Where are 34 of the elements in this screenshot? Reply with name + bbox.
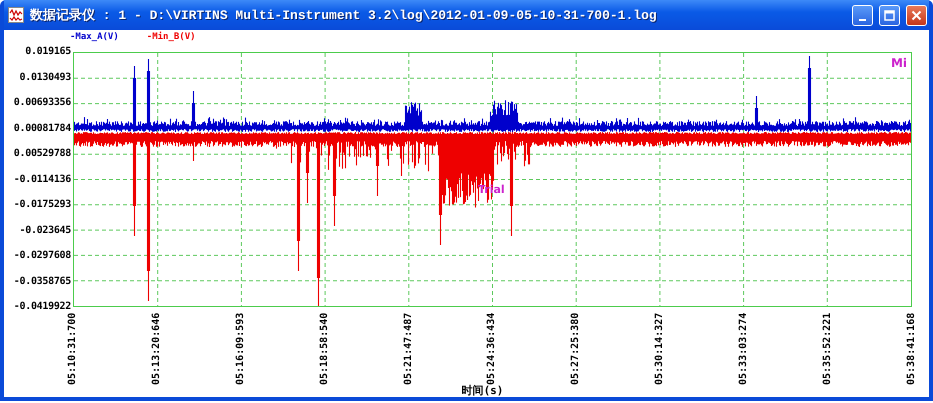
y-tick-label: -0.0175293: [14, 199, 71, 211]
y-tick-label: 0.019165: [25, 46, 71, 58]
close-icon: [911, 10, 922, 20]
x-tick-label: 05:33:03:274: [738, 312, 750, 385]
x-tick-label: 05:27:25:380: [570, 312, 582, 385]
x-tick-label: 05:35:52:221: [822, 312, 834, 385]
close-button[interactable]: [906, 4, 927, 26]
y-tick-label: 0.00529788: [14, 148, 71, 160]
window-title: 数据记录仪 : 1 - D:\VIRTINS Multi-Instrument 3.2\log\2012-01-09-05-10-31-700-1.log: [30, 7, 658, 24]
x-tick-label: 05:38:41:168: [906, 312, 918, 385]
legend-label: -Max_A(V): [70, 32, 119, 42]
y-tick-label: 0.0130493: [20, 72, 71, 84]
minimize-button[interactable]: [852, 4, 873, 26]
maximize-icon: [884, 10, 895, 20]
waveform-icon: [8, 7, 24, 23]
x-tick-label: 05:10:31:700: [67, 312, 79, 385]
x-tick-label: 05:30:14:327: [654, 312, 666, 385]
x-tick-label: 05:18:58:540: [318, 312, 331, 385]
y-tick-label: -0.0114136: [14, 174, 71, 186]
y-tick-label: -0.0358765: [14, 276, 71, 288]
y-tick-label: -0.0297608: [14, 250, 71, 262]
x-axis-title: 时间(s): [462, 385, 504, 397]
x-tick-label: 05:21:47:487: [402, 312, 415, 385]
x-tick-label: 05:24:36:434: [486, 312, 498, 385]
y-tick-label: 0.00693356: [14, 97, 71, 109]
y-tick-label: 0.00081784: [14, 122, 71, 134]
minimize-icon: [859, 18, 866, 20]
chart-annotation: Mi: [890, 57, 907, 70]
y-tick-label: -0.0419922: [14, 301, 71, 313]
legend-label: -Min_B(V): [146, 32, 196, 42]
maximize-button[interactable]: [879, 4, 900, 26]
x-tick-label: 05:13:20:646: [150, 312, 163, 385]
y-tick-label: -0.023645: [20, 224, 71, 236]
x-tick-label: 05:16:09:593: [234, 312, 247, 385]
